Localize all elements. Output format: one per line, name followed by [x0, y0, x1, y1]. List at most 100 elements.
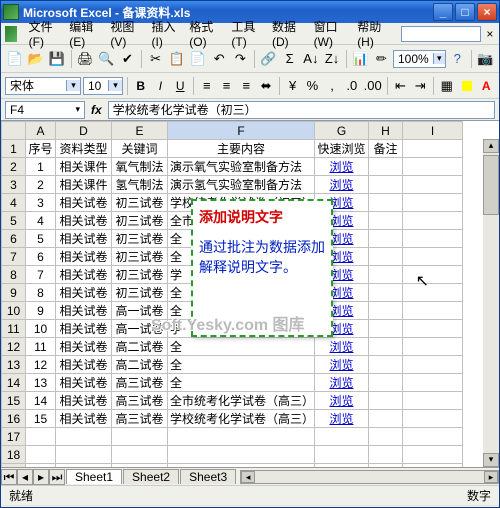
col-header[interactable]: G — [315, 122, 369, 140]
cell[interactable] — [403, 392, 463, 410]
sheet-tab-2[interactable]: Sheet2 — [123, 469, 179, 484]
cell[interactable] — [403, 302, 463, 320]
browse-link[interactable]: 浏览 — [315, 392, 369, 410]
menu-insert[interactable]: 插入(I) — [146, 16, 184, 51]
cell[interactable]: 1 — [26, 158, 56, 176]
row-header[interactable]: 8 — [2, 266, 26, 284]
col-header[interactable]: H — [369, 122, 403, 140]
menu-view[interactable]: 视图(V) — [104, 16, 145, 51]
browse-link[interactable]: 浏览 — [315, 410, 369, 428]
camera-icon[interactable]: 📷 — [476, 49, 495, 69]
row-header[interactable]: 6 — [2, 230, 26, 248]
doc-close-button[interactable]: × — [485, 27, 495, 41]
cell[interactable]: 初三试卷 — [112, 230, 168, 248]
menu-edit[interactable]: 编辑(E) — [63, 16, 104, 51]
spreadsheet-grid[interactable]: ADEFGHI1序号资料类型关键词主要内容快速浏览备注21相关课件氧气制法演示氧… — [1, 121, 499, 467]
cell[interactable]: 高三试卷 — [112, 374, 168, 392]
cell[interactable]: 相关试卷 — [56, 248, 112, 266]
cell[interactable] — [369, 158, 403, 176]
cell[interactable]: 15 — [26, 410, 56, 428]
cell[interactable] — [369, 266, 403, 284]
cell[interactable]: 演示氢气实验室制备方法 — [168, 176, 315, 194]
indent-dec-icon[interactable]: ⇤ — [392, 76, 410, 96]
align-right-icon[interactable]: ≡ — [237, 76, 255, 96]
horizontal-scrollbar[interactable]: ◂ ▸ — [240, 470, 499, 484]
cell[interactable]: 初三试卷 — [112, 266, 168, 284]
cell[interactable] — [369, 284, 403, 302]
browse-link[interactable]: 浏览 — [315, 176, 369, 194]
col-header[interactable]: D — [56, 122, 112, 140]
cell[interactable]: 10 — [26, 320, 56, 338]
cell[interactable] — [403, 374, 463, 392]
cell[interactable]: 5 — [26, 230, 56, 248]
cell[interactable]: 高三试卷 — [112, 392, 168, 410]
dec-dec-icon[interactable]: .00 — [363, 76, 383, 96]
cell[interactable]: 2 — [26, 176, 56, 194]
cell[interactable] — [403, 320, 463, 338]
redo-icon[interactable]: ↷ — [231, 49, 250, 69]
cell[interactable]: 相关试卷 — [56, 338, 112, 356]
bold-icon[interactable]: B — [132, 76, 150, 96]
save-icon[interactable]: 💾 — [47, 49, 66, 69]
cell[interactable]: 学校统考化学试卷（高三） — [168, 410, 315, 428]
cell[interactable]: 演示氧气实验室制备方法 — [168, 158, 315, 176]
scroll-down-icon[interactable]: ▾ — [483, 453, 499, 467]
fill-color-icon[interactable] — [458, 76, 476, 96]
indent-inc-icon[interactable]: ⇥ — [411, 76, 429, 96]
cell[interactable] — [403, 212, 463, 230]
cell[interactable] — [403, 410, 463, 428]
cell[interactable]: 相关试卷 — [56, 392, 112, 410]
cell[interactable] — [403, 284, 463, 302]
italic-icon[interactable]: I — [152, 76, 170, 96]
cell[interactable]: 相关课件 — [56, 176, 112, 194]
spell-icon[interactable]: ✔ — [118, 49, 137, 69]
cell[interactable]: 氧气制法 — [112, 158, 168, 176]
fx-icon[interactable]: fx — [91, 103, 102, 117]
comma-icon[interactable]: , — [323, 76, 341, 96]
cell[interactable] — [369, 194, 403, 212]
cell[interactable] — [403, 230, 463, 248]
cell[interactable]: 相关试卷 — [56, 356, 112, 374]
size-combo[interactable]: 10▾ — [83, 77, 123, 95]
row-header[interactable]: 15 — [2, 392, 26, 410]
align-left-icon[interactable]: ≡ — [198, 76, 216, 96]
row-header[interactable]: 4 — [2, 194, 26, 212]
cell[interactable]: 13 — [26, 374, 56, 392]
font-combo[interactable]: 宋体▾ — [5, 77, 81, 95]
underline-icon[interactable]: U — [171, 76, 189, 96]
browse-link[interactable]: 浏览 — [315, 158, 369, 176]
tab-next-icon[interactable]: ▸ — [33, 469, 49, 485]
cell[interactable]: 相关试卷 — [56, 302, 112, 320]
font-color-icon[interactable]: A — [477, 76, 495, 96]
help-icon[interactable]: ? — [448, 49, 467, 69]
cell[interactable]: 相关试卷 — [56, 230, 112, 248]
cell[interactable]: 资料类型 — [56, 140, 112, 158]
cell[interactable]: 备注 — [369, 140, 403, 158]
row-header[interactable]: 5 — [2, 212, 26, 230]
cell[interactable]: 氢气制法 — [112, 176, 168, 194]
cell[interactable] — [403, 176, 463, 194]
tab-first-icon[interactable]: ⏮ — [1, 469, 17, 485]
paste-icon[interactable]: 📄 — [188, 49, 207, 69]
cut-icon[interactable]: ✂ — [146, 49, 165, 69]
cell[interactable] — [403, 338, 463, 356]
border-icon[interactable]: ▦ — [438, 76, 456, 96]
row-header[interactable]: 3 — [2, 176, 26, 194]
cell[interactable]: 相关试卷 — [56, 410, 112, 428]
browse-link[interactable]: 浏览 — [315, 356, 369, 374]
row-header[interactable]: 11 — [2, 320, 26, 338]
col-header[interactable]: I — [403, 122, 463, 140]
cell[interactable] — [369, 410, 403, 428]
col-header[interactable] — [2, 122, 26, 140]
cell[interactable] — [369, 356, 403, 374]
sort-desc-icon[interactable]: Z↓ — [322, 49, 341, 69]
zoom-combo[interactable]: 100%▾ — [393, 50, 446, 68]
cell[interactable]: 高三试卷 — [112, 410, 168, 428]
cell[interactable]: 全 — [168, 356, 315, 374]
row-header[interactable]: 14 — [2, 374, 26, 392]
row-header[interactable]: 19 — [2, 464, 26, 468]
row-header[interactable]: 2 — [2, 158, 26, 176]
col-header[interactable]: E — [112, 122, 168, 140]
link-icon[interactable]: 🔗 — [259, 49, 278, 69]
menu-data[interactable]: 数据(D) — [266, 16, 308, 51]
